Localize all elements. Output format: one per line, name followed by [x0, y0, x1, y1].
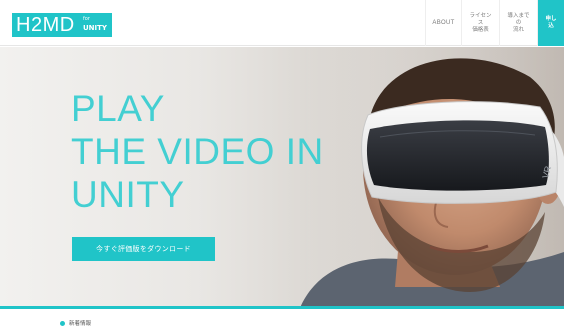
nav-item-label: ライセンス — [469, 12, 492, 26]
page: H2MD for UNITY ABOUT ライセンス 価格表 導入までの 流れ — [0, 0, 564, 331]
nav-item-about[interactable]: ABOUT — [425, 0, 461, 46]
headline-line-3: UNITY — [71, 174, 185, 215]
hero-headline: PLAY THE VIDEO IN UNITY — [71, 87, 324, 216]
logo-text: H2MD — [16, 14, 75, 36]
hero-accent-line — [0, 306, 564, 309]
hero-banner: VR PLAY THE VIDEO IN UNITY 今すぐ評価版をダウンロード — [0, 47, 564, 308]
nav-item-label: 価格表 — [472, 26, 489, 33]
download-trial-button[interactable]: 今すぐ評価版をダウンロード — [72, 237, 215, 261]
site-logo[interactable]: H2MD for UNITY — [12, 13, 112, 37]
nav-item-label: ABOUT — [432, 19, 455, 26]
news-label: 新着情報 — [69, 321, 92, 327]
logo-for-text: for — [83, 16, 90, 22]
news-section-heading: 新着情報 — [60, 319, 91, 327]
nav-item-introduction-flow[interactable]: 導入までの 流れ — [499, 0, 537, 46]
nav-item-label: 流れ — [512, 26, 524, 33]
headline-line-1: PLAY — [71, 88, 165, 129]
main-nav: ABOUT ライセンス 価格表 導入までの 流れ 申し込 — [425, 0, 564, 46]
nav-item-label: 申し込 — [545, 16, 557, 29]
headline-line-2: THE VIDEO IN — [71, 131, 324, 172]
logo-unity-text: UNITY — [83, 24, 107, 32]
nav-item-license-pricing[interactable]: ライセンス 価格表 — [461, 0, 499, 46]
site-header: H2MD for UNITY ABOUT ライセンス 価格表 導入までの 流れ — [0, 0, 564, 46]
bullet-dot-icon — [60, 320, 65, 326]
nav-item-label: 導入までの — [507, 12, 530, 26]
nav-item-apply[interactable]: 申し込 — [537, 0, 564, 46]
